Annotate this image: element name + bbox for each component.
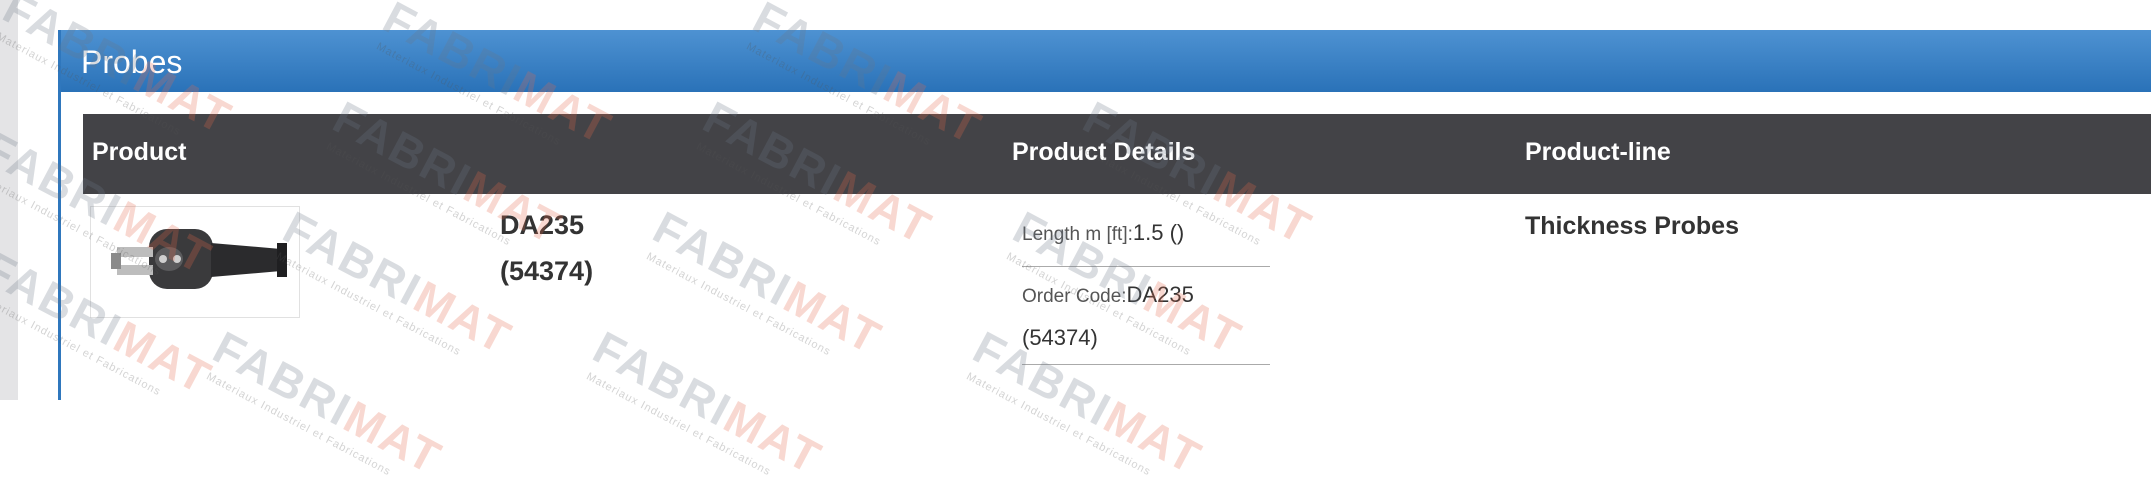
detail-length: Length m [ft]:1.5 () (1022, 212, 1270, 267)
header-product: Product (92, 138, 187, 166)
page-left-strip (0, 0, 18, 400)
panel-title: Probes (81, 44, 183, 80)
probe-connector-icon (111, 229, 287, 289)
product-line-value: Thickness Probes (1525, 212, 1739, 240)
table-header: Product Product Details Product-line (83, 114, 2151, 194)
product-image[interactable] (90, 206, 300, 318)
order-code-value: DA235 (1126, 282, 1194, 307)
header-product-details: Product Details (1012, 138, 1196, 166)
order-code-label: Order Code: (1022, 286, 1127, 307)
panel-header: Probes (61, 30, 2151, 92)
product-name[interactable]: DA235 (54374) (500, 202, 700, 294)
product-code-text: (54374) (500, 256, 594, 286)
order-code-extra: (54374) (1022, 325, 1098, 350)
product-name-text: DA235 (500, 210, 585, 240)
detail-order-code: Order Code:DA235 (54374) (1022, 274, 1270, 365)
length-value: 1.5 () (1132, 220, 1185, 245)
length-label: Length m [ft]: (1022, 224, 1133, 245)
header-product-line: Product-line (1525, 138, 1671, 166)
